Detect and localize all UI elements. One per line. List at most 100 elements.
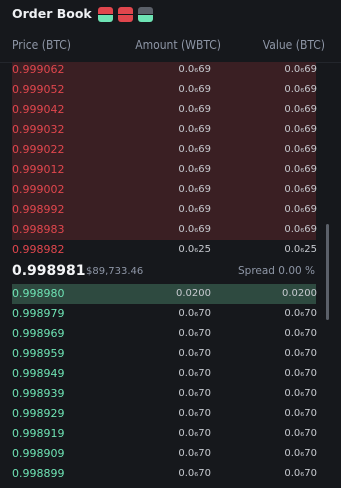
- ask-amount: 0.0₆69: [178, 104, 211, 115]
- order-book-header: Order Book: [0, 0, 341, 30]
- bid-amount: 0.0₆70: [178, 448, 211, 459]
- bid-price: 0.998979: [12, 307, 65, 320]
- ask-value: 0.0₆69: [284, 184, 317, 195]
- bid-value: 0.0₆70: [284, 408, 317, 419]
- bid-value: 0.0₆70: [284, 368, 317, 379]
- ask-price: 0.999042: [12, 103, 65, 116]
- ask-amount: 0.0₆69: [178, 84, 211, 95]
- bid-value: 0.0₆70: [284, 328, 317, 339]
- ask-value: 0.0₆69: [284, 104, 317, 115]
- ask-row[interactable]: 0.999052 0.0₆69 0.0₆69: [0, 80, 341, 100]
- bid-row[interactable]: 0.998919 0.0₆70 0.0₆70: [0, 424, 341, 444]
- bid-row[interactable]: 0.998949 0.0₆70 0.0₆70: [0, 364, 341, 384]
- bids-list[interactable]: 0.998980 0.0200 0.0200 0.998979 0.0₆70 0.0₆70…: [0, 284, 341, 480]
- bid-price: 0.998949: [12, 367, 65, 380]
- bid-value: 0.0₆70: [284, 388, 317, 399]
- bid-row[interactable]: 0.998979 0.0₆70 0.0₆70: [0, 304, 341, 324]
- bid-price: 0.998969: [12, 327, 65, 340]
- view-bids-button[interactable]: [138, 7, 153, 22]
- bid-value: 0.0₆70: [284, 468, 317, 479]
- bid-amount: 0.0₆70: [178, 368, 211, 379]
- bid-price: 0.998959: [12, 347, 65, 360]
- ask-value: 0.0₆69: [284, 64, 317, 75]
- ask-price: 0.998992: [12, 203, 65, 216]
- ask-amount: 0.0₆69: [178, 184, 211, 195]
- view-asks-icon-bottom: [118, 15, 133, 22]
- bid-value: 0.0₆70: [284, 448, 317, 459]
- bid-price: 0.998929: [12, 407, 65, 420]
- bid-row[interactable]: 0.998939 0.0₆70 0.0₆70: [0, 384, 341, 404]
- view-both-icon-top: [98, 7, 113, 14]
- bid-value: 0.0200: [282, 288, 317, 299]
- bid-amount: 0.0₆70: [178, 328, 211, 339]
- bid-value: 0.0₆70: [284, 428, 317, 439]
- column-price: Price (BTC): [12, 38, 72, 52]
- bid-amount: 0.0₆70: [178, 468, 211, 479]
- ask-price: 0.999062: [12, 63, 65, 76]
- view-both-icon-bottom: [98, 15, 113, 22]
- bid-amount: 0.0₆70: [178, 348, 211, 359]
- ask-amount: 0.0₆69: [178, 124, 211, 135]
- bid-price: 0.998919: [12, 427, 65, 440]
- ask-amount: 0.0₆25: [178, 244, 211, 255]
- ask-price: 0.999032: [12, 123, 65, 136]
- bid-amount: 0.0₆70: [178, 428, 211, 439]
- ask-row[interactable]: 0.999062 0.0₆69 0.0₆69: [0, 62, 341, 80]
- ask-price: 0.998983: [12, 223, 65, 236]
- ask-price: 0.999012: [12, 163, 65, 176]
- bid-row[interactable]: 0.998980 0.0200 0.0200: [0, 284, 341, 304]
- bid-row[interactable]: 0.998959 0.0₆70 0.0₆70: [0, 344, 341, 364]
- ask-amount: 0.0₆69: [178, 204, 211, 215]
- bid-price: 0.998909: [12, 447, 65, 460]
- column-headers: Price (BTC) Amount (WBTC) Value (BTC): [0, 36, 341, 56]
- bid-price: 0.998980: [12, 287, 65, 300]
- view-bids-icon-bottom: [138, 15, 153, 22]
- last-price: 0.998981: [12, 263, 86, 279]
- ask-row[interactable]: 0.999022 0.0₆69 0.0₆69: [0, 140, 341, 160]
- ask-amount: 0.0₆69: [178, 224, 211, 235]
- ask-price: 0.998982: [12, 243, 65, 256]
- ask-value: 0.0₆25: [284, 244, 317, 255]
- spread-label: Spread 0.00 %: [237, 265, 315, 277]
- ask-row[interactable]: 0.999002 0.0₆69 0.0₆69: [0, 180, 341, 200]
- asks-list[interactable]: 0.999062 0.0₆69 0.0₆69 0.999052 0.0₆69 0.0₆69…: [0, 62, 341, 260]
- view-asks-icon-top: [118, 7, 133, 14]
- ask-row[interactable]: 0.998992 0.0₆69 0.0₆69: [0, 200, 341, 220]
- ask-value: 0.0₆69: [284, 84, 317, 95]
- ask-value: 0.0₆69: [284, 164, 317, 175]
- bid-amount: 0.0₆70: [178, 308, 211, 319]
- bid-amount: 0.0200: [176, 288, 211, 299]
- order-book-title: Order Book: [12, 6, 92, 21]
- ask-amount: 0.0₆69: [178, 64, 211, 75]
- ask-value: 0.0₆69: [284, 144, 317, 155]
- ask-value: 0.0₆69: [284, 204, 317, 215]
- mid-price-row: 0.998981 $89,733.46 Spread 0.00 %: [0, 260, 341, 284]
- view-both-button[interactable]: [98, 7, 113, 22]
- ask-row[interactable]: 0.999032 0.0₆69 0.0₆69: [0, 120, 341, 140]
- ask-price: 0.999022: [12, 143, 65, 156]
- bid-price: 0.998899: [12, 467, 65, 480]
- ask-row[interactable]: 0.998982 0.0₆25 0.0₆25: [0, 240, 341, 260]
- column-amount: Amount (WBTC): [135, 38, 221, 52]
- bid-value: 0.0₆70: [284, 348, 317, 359]
- bid-row[interactable]: 0.998969 0.0₆70 0.0₆70: [0, 324, 341, 344]
- order-book-scrollbar[interactable]: [326, 224, 329, 320]
- bid-row[interactable]: 0.998899 0.0₆70 0.0₆70: [0, 464, 341, 480]
- bid-value: 0.0₆70: [284, 308, 317, 319]
- bid-row[interactable]: 0.998909 0.0₆70 0.0₆70: [0, 444, 341, 464]
- ask-amount: 0.0₆69: [178, 164, 211, 175]
- bid-amount: 0.0₆70: [178, 408, 211, 419]
- view-asks-button[interactable]: [118, 7, 133, 22]
- ask-amount: 0.0₆69: [178, 144, 211, 155]
- ask-row[interactable]: 0.999012 0.0₆69 0.0₆69: [0, 160, 341, 180]
- bid-row[interactable]: 0.998929 0.0₆70 0.0₆70: [0, 404, 341, 424]
- bid-price: 0.998939: [12, 387, 65, 400]
- ask-row[interactable]: 0.999042 0.0₆69 0.0₆69: [0, 100, 341, 120]
- bid-amount: 0.0₆70: [178, 388, 211, 399]
- ask-row[interactable]: 0.998983 0.0₆69 0.0₆69: [0, 220, 341, 240]
- ask-value: 0.0₆69: [284, 224, 317, 235]
- column-value: Value (BTC): [262, 38, 325, 52]
- ask-value: 0.0₆69: [284, 124, 317, 135]
- ask-price: 0.999002: [12, 183, 65, 196]
- ask-price: 0.999052: [12, 83, 65, 96]
